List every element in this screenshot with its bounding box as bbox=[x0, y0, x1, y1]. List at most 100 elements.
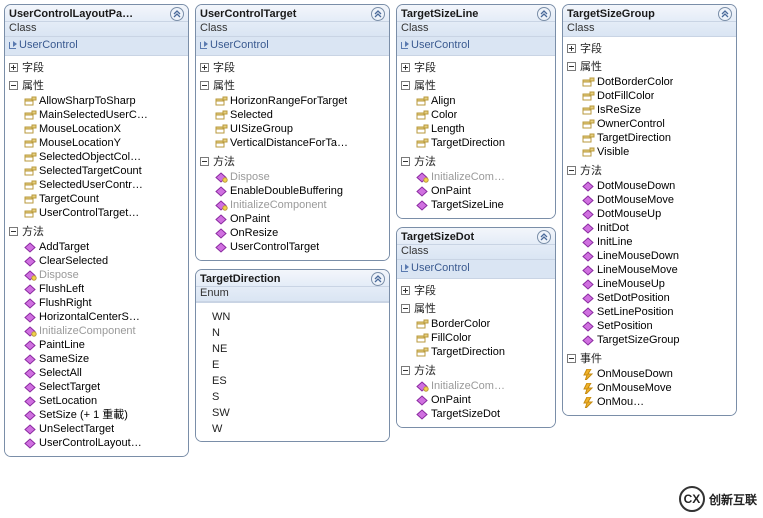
member-item[interactable]: UISizeGroup bbox=[214, 122, 387, 136]
member-item[interactable]: MouseLocationX bbox=[23, 122, 186, 136]
member-item[interactable]: LineMouseUp bbox=[581, 277, 734, 291]
methods-section-toggle[interactable]: 方法 bbox=[565, 161, 734, 179]
member-item[interactable]: BorderColor bbox=[415, 317, 553, 331]
member-item[interactable]: SetSize (+ 1 重載) bbox=[23, 408, 186, 422]
member-item[interactable]: SelectTarget bbox=[23, 380, 186, 394]
member-item[interactable]: OnPaint bbox=[214, 212, 387, 226]
member-item[interactable]: SelectedUserContr… bbox=[23, 178, 186, 192]
member-item[interactable]: SetLocation bbox=[23, 394, 186, 408]
fields-section-toggle[interactable]: 字段 bbox=[399, 58, 553, 76]
member-item[interactable]: MouseLocationY bbox=[23, 136, 186, 150]
member-item[interactable]: TargetCount bbox=[23, 192, 186, 206]
properties-section-toggle[interactable]: 属性 bbox=[399, 299, 553, 317]
fields-section-toggle[interactable]: 字段 bbox=[399, 281, 553, 299]
base-class-link[interactable]: UserControl bbox=[397, 37, 555, 56]
class-box-usercontroltarget[interactable]: UserControlTarget Class UserControl 字段 属… bbox=[195, 4, 390, 261]
member-item[interactable]: TargetSizeGroup bbox=[581, 333, 734, 347]
enum-value[interactable]: WN bbox=[212, 309, 385, 325]
member-item[interactable]: HorizonRangeForTarget bbox=[214, 94, 387, 108]
member-item[interactable]: FlushRight bbox=[23, 296, 186, 310]
member-item[interactable]: SelectedTargetCount bbox=[23, 164, 186, 178]
properties-section-toggle[interactable]: 属性 bbox=[399, 76, 553, 94]
member-item[interactable]: FlushLeft bbox=[23, 282, 186, 296]
enum-value[interactable]: ES bbox=[212, 373, 385, 389]
methods-section-toggle[interactable]: 方法 bbox=[399, 152, 553, 170]
base-class-link[interactable]: UserControl bbox=[5, 37, 188, 56]
member-item[interactable]: OnResize bbox=[214, 226, 387, 240]
member-item[interactable]: OnPaint bbox=[415, 393, 553, 407]
methods-section-toggle[interactable]: 方法 bbox=[198, 152, 387, 170]
member-item[interactable]: InitializeComponent bbox=[23, 324, 186, 338]
member-item[interactable]: EnableDoubleBuffering bbox=[214, 184, 387, 198]
member-item[interactable]: VerticalDistanceForTa… bbox=[214, 136, 387, 150]
member-item[interactable]: Dispose bbox=[23, 268, 186, 282]
member-item[interactable]: DotMouseDown bbox=[581, 179, 734, 193]
member-item[interactable]: UserControlLayout… bbox=[23, 436, 186, 450]
base-class-link[interactable]: UserControl bbox=[397, 260, 555, 279]
member-item[interactable]: SetPosition bbox=[581, 319, 734, 333]
class-box-targetsizegroup[interactable]: TargetSizeGroup Class 字段 属性 DotBorderCol… bbox=[562, 4, 737, 416]
member-item[interactable]: OnMouseMove bbox=[581, 381, 734, 395]
class-box-targetsizeline[interactable]: TargetSizeLine Class UserControl 字段 属性 A… bbox=[396, 4, 556, 219]
enum-value[interactable]: E bbox=[212, 357, 385, 373]
methods-section-toggle[interactable]: 方法 bbox=[7, 222, 186, 240]
member-item[interactable]: FillColor bbox=[415, 331, 553, 345]
member-item[interactable]: DotFillColor bbox=[581, 89, 734, 103]
member-item[interactable]: AddTarget bbox=[23, 240, 186, 254]
properties-section-toggle[interactable]: 属性 bbox=[198, 76, 387, 94]
member-item[interactable]: Selected bbox=[214, 108, 387, 122]
fields-section-toggle[interactable]: 字段 bbox=[7, 58, 186, 76]
collapse-icon[interactable] bbox=[371, 272, 385, 286]
member-item[interactable]: OwnerControl bbox=[581, 117, 734, 131]
enum-value[interactable]: S bbox=[212, 389, 385, 405]
member-item[interactable]: DotBorderColor bbox=[581, 75, 734, 89]
member-item[interactable]: TargetDirection bbox=[415, 345, 553, 359]
collapse-icon[interactable] bbox=[537, 230, 551, 244]
member-item[interactable]: TargetDirection bbox=[415, 136, 553, 150]
member-item[interactable]: InitializeCom… bbox=[415, 379, 553, 393]
enum-value[interactable]: N bbox=[212, 325, 385, 341]
enum-value[interactable]: NE bbox=[212, 341, 385, 357]
member-item[interactable]: TargetSizeDot bbox=[415, 407, 553, 421]
member-item[interactable]: SetLinePosition bbox=[581, 305, 734, 319]
member-item[interactable]: OnMouseDown bbox=[581, 367, 734, 381]
member-item[interactable]: LineMouseDown bbox=[581, 249, 734, 263]
properties-section-toggle[interactable]: 属性 bbox=[7, 76, 186, 94]
enum-value[interactable]: SW bbox=[212, 405, 385, 421]
collapse-icon[interactable] bbox=[371, 7, 385, 21]
fields-section-toggle[interactable]: 字段 bbox=[565, 39, 734, 57]
collapse-icon[interactable] bbox=[537, 7, 551, 21]
member-item[interactable]: TargetDirection bbox=[581, 131, 734, 145]
enum-value[interactable]: W bbox=[212, 421, 385, 437]
member-item[interactable]: InitializeComponent bbox=[214, 198, 387, 212]
member-item[interactable]: InitDot bbox=[581, 221, 734, 235]
enum-box-targetdirection[interactable]: TargetDirection Enum WNNNEEESSSWW bbox=[195, 269, 390, 442]
member-item[interactable]: OnPaint bbox=[415, 184, 553, 198]
member-item[interactable]: UserControlTarget… bbox=[23, 206, 186, 220]
member-item[interactable]: Visible bbox=[581, 145, 734, 159]
member-item[interactable]: InitLine bbox=[581, 235, 734, 249]
base-class-link[interactable]: UserControl bbox=[196, 37, 389, 56]
fields-section-toggle[interactable]: 字段 bbox=[198, 58, 387, 76]
member-item[interactable]: Dispose bbox=[214, 170, 387, 184]
member-item[interactable]: InitializeCom… bbox=[415, 170, 553, 184]
member-item[interactable]: Color bbox=[415, 108, 553, 122]
member-item[interactable]: HorizontalCenterS… bbox=[23, 310, 186, 324]
member-item[interactable]: Align bbox=[415, 94, 553, 108]
class-box-usercontrollayoutpanel[interactable]: UserControlLayoutPa… Class UserControl 字… bbox=[4, 4, 189, 457]
class-box-targetsizedot[interactable]: TargetSizeDot Class UserControl 字段 属性 Bo… bbox=[396, 227, 556, 428]
member-item[interactable]: SetDotPosition bbox=[581, 291, 734, 305]
events-section-toggle[interactable]: 事件 bbox=[565, 349, 734, 367]
member-item[interactable]: ClearSelected bbox=[23, 254, 186, 268]
member-item[interactable]: SelectAll bbox=[23, 366, 186, 380]
member-item[interactable]: DotMouseMove bbox=[581, 193, 734, 207]
member-item[interactable]: SameSize bbox=[23, 352, 186, 366]
member-item[interactable]: LineMouseMove bbox=[581, 263, 734, 277]
member-item[interactable]: IsReSize bbox=[581, 103, 734, 117]
member-item[interactable]: OnMou… bbox=[581, 395, 734, 409]
member-item[interactable]: UnSelectTarget bbox=[23, 422, 186, 436]
member-item[interactable]: DotMouseUp bbox=[581, 207, 734, 221]
member-item[interactable]: UserControlTarget bbox=[214, 240, 387, 254]
member-item[interactable]: Length bbox=[415, 122, 553, 136]
collapse-icon[interactable] bbox=[170, 7, 184, 21]
